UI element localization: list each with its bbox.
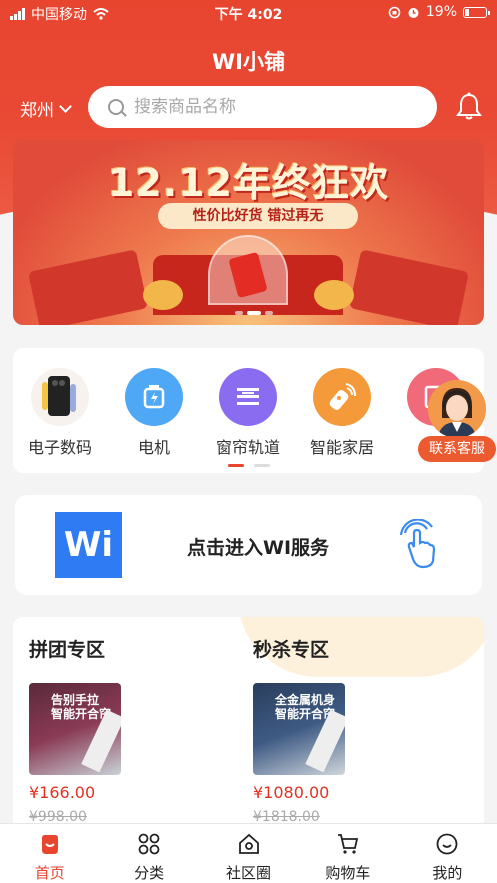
pager-dot bbox=[254, 464, 270, 467]
product-price: ¥166.00 bbox=[29, 783, 96, 802]
category-pager bbox=[228, 464, 270, 467]
status-bar: 中国移动 下午 4:02 19% bbox=[0, 0, 497, 26]
city-label: 郑州 bbox=[20, 101, 54, 121]
banner-speaker-left bbox=[143, 280, 183, 310]
banner-speaker-right bbox=[314, 280, 354, 310]
motor-icon bbox=[125, 368, 183, 426]
tap-hand-icon bbox=[399, 519, 436, 569]
agent-avatar bbox=[428, 380, 486, 438]
wi-logo: Wi bbox=[55, 512, 122, 578]
banner-pager bbox=[235, 311, 273, 315]
banner-subtitle: 性价比好货 错过再无 bbox=[158, 203, 358, 229]
community-icon bbox=[238, 833, 259, 854]
alarm-icon bbox=[408, 7, 419, 18]
pager-dot-active bbox=[247, 311, 261, 315]
smart-home-icon bbox=[313, 368, 371, 426]
lock-rotation-icon bbox=[388, 6, 401, 18]
city-selector[interactable]: 郑州 bbox=[20, 96, 72, 121]
tab-label: 社区圈 bbox=[226, 864, 272, 882]
category-label: 智能家居 bbox=[309, 438, 374, 457]
promo-banner[interactable]: 12.12年终狂欢 性价比好货 错过再无 bbox=[13, 140, 484, 325]
tab-home[interactable]: 首页 bbox=[0, 824, 99, 883]
group-buy-heading: 拼团专区 bbox=[29, 639, 106, 661]
tab-bar: 首页 分类 社区圈 购物车 我的 bbox=[0, 823, 497, 883]
curtain-rail-icon bbox=[219, 368, 277, 426]
phone-icon bbox=[31, 368, 89, 426]
cart-icon bbox=[337, 834, 359, 854]
search-input[interactable] bbox=[134, 97, 394, 117]
contact-service-button[interactable]: 联系客服 bbox=[418, 436, 496, 462]
tab-community[interactable]: 社区圈 bbox=[199, 824, 298, 883]
category-item-smart-home[interactable]: 智能家居 bbox=[295, 368, 389, 458]
app-title: WI小铺 bbox=[212, 50, 285, 74]
tab-cart[interactable]: 购物车 bbox=[298, 824, 397, 883]
category-item-curtain-rail[interactable]: 窗帘轨道 bbox=[201, 368, 295, 458]
wi-service-card[interactable]: Wi 点击进入WI服务 bbox=[15, 495, 482, 595]
tab-label: 首页 bbox=[34, 864, 65, 882]
bell-icon[interactable] bbox=[456, 92, 482, 120]
tab-label: 购物车 bbox=[325, 864, 371, 882]
profile-icon bbox=[436, 833, 458, 855]
battery-percent: 19% bbox=[425, 4, 457, 20]
category-label: 窗帘轨道 bbox=[215, 438, 280, 457]
deals-section: 拼团专区 告别手拉 智能开合帘 ¥166.00 ¥998.00 秒杀专区 全金属… bbox=[13, 617, 484, 832]
product-image[interactable]: 告别手拉 智能开合帘 bbox=[29, 683, 121, 775]
category-grid: 电子数码 电机 窗帘轨道 智能家居 原 bbox=[13, 348, 484, 473]
tab-label: 我的 bbox=[432, 864, 463, 882]
banner-envelope-left bbox=[27, 249, 149, 325]
product-image[interactable]: 全金属机身 智能开合帘 bbox=[253, 683, 345, 775]
flash-sale-heading: 秒杀专区 bbox=[253, 639, 330, 661]
category-label: 电机 bbox=[137, 438, 170, 457]
category-icon bbox=[138, 833, 160, 855]
home-icon bbox=[41, 835, 58, 854]
product-price: ¥1080.00 bbox=[253, 783, 330, 802]
pager-dot bbox=[235, 311, 243, 315]
tab-category[interactable]: 分类 bbox=[99, 824, 198, 883]
pager-dot bbox=[265, 311, 273, 315]
chevron-down-icon bbox=[59, 99, 72, 113]
wi-service-label: 点击进入WI服务 bbox=[187, 537, 330, 559]
banner-envelope-right bbox=[348, 249, 470, 325]
category-item-motor[interactable]: 电机 bbox=[107, 368, 201, 458]
search-icon bbox=[108, 99, 124, 115]
battery-icon bbox=[463, 6, 490, 18]
tab-label: 分类 bbox=[134, 864, 165, 882]
category-item-electronics[interactable]: 电子数码 bbox=[13, 368, 107, 458]
search-bar[interactable] bbox=[88, 86, 437, 128]
customer-service-float[interactable]: 联系客服 bbox=[418, 380, 496, 464]
banner-title: 12.12年终狂欢 bbox=[107, 161, 390, 205]
category-label: 电子数码 bbox=[27, 438, 92, 457]
pager-dot-active bbox=[228, 464, 244, 467]
tab-profile[interactable]: 我的 bbox=[398, 824, 497, 883]
